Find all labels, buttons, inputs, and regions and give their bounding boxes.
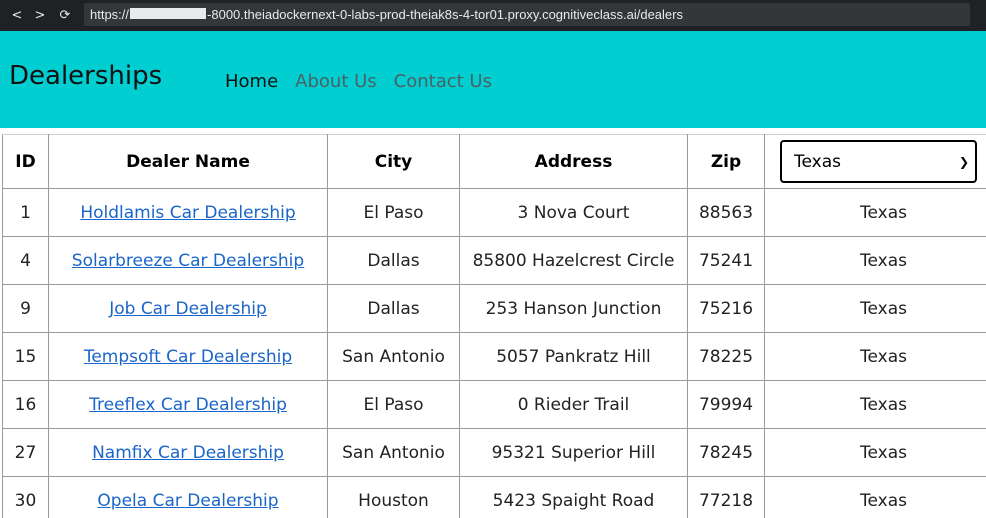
cell-zip: 75241 (687, 236, 765, 285)
cell-address: 5423 Spaight Road (459, 476, 688, 518)
dealer-link[interactable]: Job Car Dealership (109, 299, 267, 319)
nav-link-about[interactable]: About Us (295, 71, 377, 92)
cell-state: Texas (764, 332, 986, 381)
cell-id: 9 (2, 284, 49, 333)
table-row: 30 Opela Car Dealership Houston 5423 Spaigh… (2, 476, 986, 518)
cell-state: Texas (764, 188, 986, 237)
cell-dealer-name: Solarbreeze Car Dealership (48, 236, 328, 285)
dealers-table-wrapper: ID Dealer Name City Address Zip Texas ❯ … (2, 134, 986, 518)
cell-state: Texas (764, 476, 986, 518)
cell-id: 27 (2, 428, 49, 477)
nav-link-home[interactable]: Home (225, 71, 278, 92)
cell-id: 1 (2, 188, 49, 237)
cell-zip: 88563 (687, 188, 765, 237)
url-redaction (130, 8, 207, 19)
table-row: 9 Job Car Dealership Dallas 253 Hanson Junc… (2, 284, 986, 333)
brand-title[interactable]: Dealerships (9, 61, 162, 91)
cell-zip: 79994 (687, 380, 765, 429)
cell-address: 3 Nova Court (459, 188, 688, 237)
chevron-down-icon: ❯ (958, 154, 969, 169)
dealer-link[interactable]: Solarbreeze Car Dealership (72, 251, 304, 271)
cell-state: Texas (764, 284, 986, 333)
cell-dealer-name: Tempsoft Car Dealership (48, 332, 328, 381)
table-header-row: ID Dealer Name City Address Zip Texas ❯ (2, 134, 986, 189)
forward-arrow-icon[interactable]: > (30, 6, 50, 26)
dealer-link[interactable]: Treeflex Car Dealership (89, 395, 287, 415)
cell-city: Houston (327, 476, 460, 518)
table-row: 15 Tempsoft Car Dealership San Antonio 5057… (2, 332, 986, 381)
cell-city: Dallas (327, 236, 460, 285)
nav-links: Home About Us Contact Us (225, 71, 509, 92)
header-address: Address (459, 134, 688, 189)
url-suffix: -8000.theiadockernext-0-labs-prod-theiak… (207, 7, 683, 22)
table-row: 1 Holdlamis Car Dealership El Paso 3 Nova C… (2, 188, 986, 237)
cell-dealer-name: Treeflex Car Dealership (48, 380, 328, 429)
cell-id: 16 (2, 380, 49, 429)
table-body: 1 Holdlamis Car Dealership El Paso 3 Nova C… (2, 188, 986, 518)
header-zip: Zip (687, 134, 765, 189)
nav-link-contact[interactable]: Contact Us (394, 71, 492, 92)
dealer-link[interactable]: Namfix Car Dealership (92, 443, 284, 463)
cell-dealer-name: Namfix Car Dealership (48, 428, 328, 477)
cell-address: 0 Rieder Trail (459, 380, 688, 429)
cell-address: 253 Hanson Junction (459, 284, 688, 333)
cell-city: Dallas (327, 284, 460, 333)
state-select-value: Texas (794, 151, 841, 172)
address-bar[interactable]: https:// -8000.theiadockernext-0-labs-pro… (84, 3, 970, 26)
table-row: 4 Solarbreeze Car Dealership Dallas 85800 H… (2, 236, 986, 285)
cell-id: 15 (2, 332, 49, 381)
cell-city: San Antonio (327, 428, 460, 477)
browser-toolbar: < > ⟳ https:// -8000.theiadockernext-0-la… (0, 0, 986, 31)
cell-city: El Paso (327, 380, 460, 429)
cell-zip: 78245 (687, 428, 765, 477)
dealers-table: ID Dealer Name City Address Zip Texas ❯ … (2, 134, 986, 518)
cell-id: 4 (2, 236, 49, 285)
header-dealer-name: Dealer Name (48, 134, 328, 189)
cell-dealer-name: Opela Car Dealership (48, 476, 328, 518)
reload-icon[interactable]: ⟳ (55, 6, 75, 26)
dealer-link[interactable]: Tempsoft Car Dealership (84, 347, 292, 367)
cell-id: 30 (2, 476, 49, 518)
header-city: City (327, 134, 460, 189)
cell-zip: 75216 (687, 284, 765, 333)
cell-state: Texas (764, 428, 986, 477)
cell-address: 5057 Pankratz Hill (459, 332, 688, 381)
cell-city: El Paso (327, 188, 460, 237)
app-navbar: Dealerships Home About Us Contact Us (0, 31, 986, 128)
cell-address: 85800 Hazelcrest Circle (459, 236, 688, 285)
cell-dealer-name: Holdlamis Car Dealership (48, 188, 328, 237)
cell-state: Texas (764, 380, 986, 429)
cell-city: San Antonio (327, 332, 460, 381)
table-row: 27 Namfix Car Dealership San Antonio 95321 … (2, 428, 986, 477)
cell-zip: 78225 (687, 332, 765, 381)
dealer-link[interactable]: Holdlamis Car Dealership (80, 203, 295, 223)
cell-state: Texas (764, 236, 986, 285)
cell-dealer-name: Job Car Dealership (48, 284, 328, 333)
cell-address: 95321 Superior Hill (459, 428, 688, 477)
url-prefix: https:// (90, 7, 130, 22)
dealer-link[interactable]: Opela Car Dealership (97, 491, 278, 511)
state-select[interactable]: Texas ❯ (780, 140, 977, 183)
cell-zip: 77218 (687, 476, 765, 518)
back-arrow-icon[interactable]: < (7, 6, 27, 26)
header-state: Texas ❯ (764, 134, 986, 189)
table-row: 16 Treeflex Car Dealership El Paso 0 Rieder… (2, 380, 986, 429)
header-id: ID (2, 134, 49, 189)
